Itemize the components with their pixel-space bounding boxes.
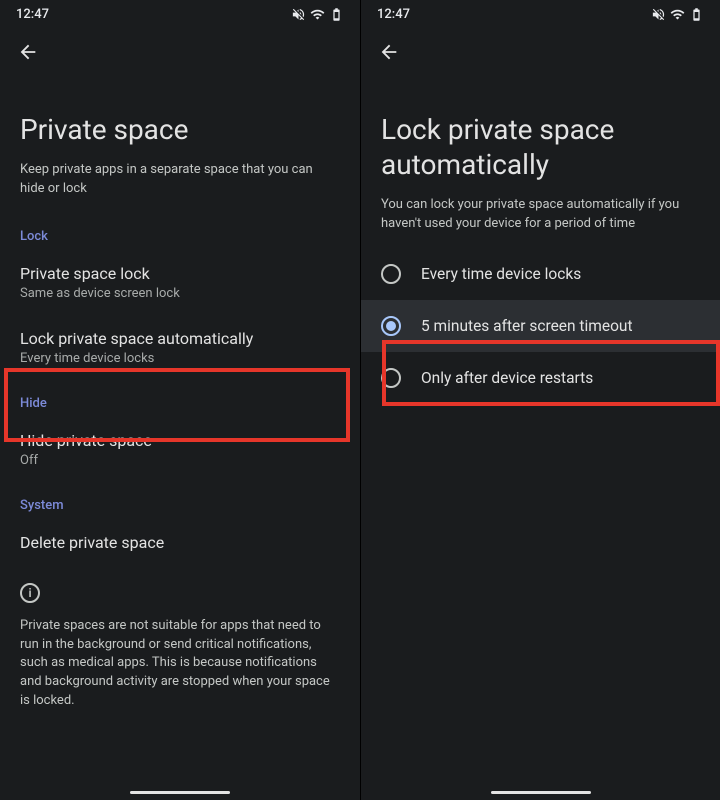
radio-on-icon [381,316,401,336]
status-bar: 12:47 [361,0,720,28]
wifi-icon [670,7,685,22]
setting-sub: Every time device locks [20,351,340,366]
setting-lock-automatically[interactable]: Lock private space automatically Every t… [0,315,360,380]
status-time: 12:47 [16,7,49,22]
radio-label: Only after device restarts [421,369,593,387]
setting-title: Private space lock [20,264,340,283]
screen-private-space: 12:47 Private space Keep private apps in… [0,0,360,800]
radio-5-minutes[interactable]: 5 minutes after screen timeout [361,300,720,352]
nav-handle[interactable] [491,791,591,794]
section-label-lock: Lock [0,213,360,250]
info-icon: i [20,583,40,603]
setting-title: Hide private space [20,431,340,450]
setting-title: Delete private space [20,533,340,552]
setting-sub: Off [20,453,340,468]
mute-icon [291,7,306,22]
page-title: Private space [0,72,360,161]
radio-after-restart[interactable]: Only after device restarts [361,352,720,404]
setting-delete-private-space[interactable]: Delete private space [0,519,360,569]
screen-lock-auto: 12:47 Lock private space automatically Y… [360,0,720,800]
section-label-hide: Hide [0,380,360,417]
radio-off-icon [381,264,401,284]
mute-icon [651,7,666,22]
setting-hide-private-space[interactable]: Hide private space Off [0,417,360,482]
radio-off-icon [381,368,401,388]
wifi-icon [310,7,325,22]
back-button[interactable] [16,40,40,64]
radio-label: Every time device locks [421,265,581,283]
setting-sub: Same as device screen lock [20,286,340,301]
arrow-back-icon [378,41,400,63]
section-label-system: System [0,482,360,519]
status-icons [291,7,344,22]
info-row: i [0,569,360,609]
page-subtitle: You can lock your private space automati… [361,196,720,248]
page-subtitle: Keep private apps in a separate space th… [0,161,360,213]
setting-title: Lock private space automatically [20,329,340,348]
back-button[interactable] [377,40,401,64]
arrow-back-icon [17,41,39,63]
radio-every-lock[interactable]: Every time device locks [361,248,720,300]
setting-private-space-lock[interactable]: Private space lock Same as device screen… [0,250,360,315]
radio-label: 5 minutes after screen timeout [421,317,633,335]
header [361,28,720,72]
status-icons [651,7,704,22]
status-bar: 12:47 [0,0,360,28]
info-text: Private spaces are not suitable for apps… [0,609,360,711]
battery-icon [689,7,704,22]
header [0,28,360,72]
page-title: Lock private space automatically [361,72,720,196]
status-time: 12:47 [377,7,410,22]
battery-icon [329,7,344,22]
nav-handle[interactable] [130,791,230,794]
